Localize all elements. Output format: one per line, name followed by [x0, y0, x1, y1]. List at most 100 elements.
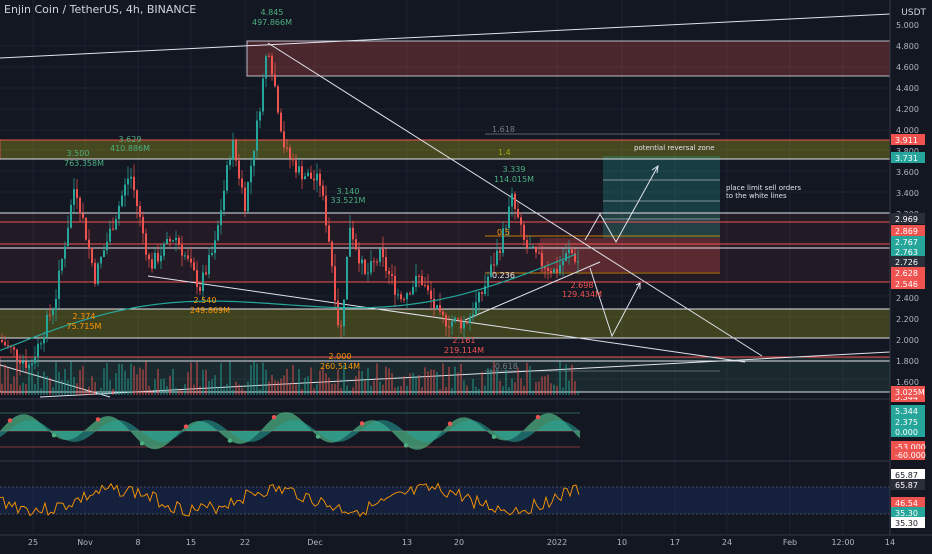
price-tick-label: 2.000	[896, 336, 919, 345]
volume-bar	[436, 371, 438, 395]
svg-text:0.5: 0.5	[497, 228, 510, 237]
candle-body	[217, 225, 219, 241]
axis-price-tag-label: 2.546	[895, 280, 918, 289]
time-tick-label: 2022	[547, 538, 567, 547]
candle-body	[565, 253, 567, 261]
volume-bar	[1, 383, 3, 395]
candle-body	[166, 238, 168, 244]
volume-bar	[265, 369, 267, 395]
volume-bar	[559, 361, 561, 395]
axis-price-tag-label: 2.869	[895, 227, 918, 236]
volume-bar	[406, 385, 408, 395]
candle-body	[55, 298, 57, 311]
volume-bar	[28, 367, 30, 395]
candle-body	[472, 314, 474, 317]
axis-price-tag-label: 2.726	[895, 258, 918, 267]
candle-body	[481, 292, 483, 295]
volume-bar	[262, 362, 264, 395]
osc-signal-dot	[491, 434, 497, 439]
volume-bar	[490, 369, 492, 395]
volume-bar	[67, 380, 69, 395]
candle-body	[523, 224, 525, 241]
volume-bar	[538, 381, 540, 395]
volume-bar	[160, 379, 162, 395]
osc-signal-dot	[447, 421, 453, 426]
volume-bar	[574, 381, 576, 395]
chart-window[interactable]: 4.845 497.866M 3.500 763.358M 3.629 410.…	[0, 0, 932, 550]
volume-bar	[208, 380, 210, 395]
candle-body	[412, 287, 414, 295]
volume-bar	[196, 362, 198, 395]
volume-bar	[418, 375, 420, 395]
candle-body	[415, 275, 417, 288]
candle-body	[475, 302, 477, 315]
candle-body	[421, 275, 423, 286]
candle-body	[127, 178, 129, 185]
candle-body	[334, 266, 336, 301]
volume-bar	[478, 388, 480, 395]
candle-body	[487, 276, 489, 286]
volume-bar	[169, 375, 171, 395]
peak-volume-label: 497.866M	[252, 18, 292, 27]
candle-body	[136, 190, 138, 207]
volume-bar	[508, 386, 510, 395]
volume-bar	[43, 371, 45, 395]
candle-body	[550, 270, 552, 274]
osc-signal-dot	[7, 418, 13, 423]
candle-body	[46, 314, 48, 337]
volume-bar	[40, 388, 42, 395]
volume-bar	[292, 365, 294, 395]
volume-bar	[541, 376, 543, 395]
svg-text:410.886M: 410.886M	[110, 144, 150, 153]
axis-price-tag-label: 3.025M	[895, 388, 925, 397]
volume-bar	[175, 387, 177, 395]
candle-body	[61, 258, 63, 271]
candle-body	[31, 363, 33, 365]
volume-bar	[145, 361, 147, 395]
volume-bar	[181, 390, 183, 395]
volume-bar	[322, 367, 324, 395]
candle-body	[97, 263, 99, 284]
volume-bar	[82, 366, 84, 395]
candle-body	[103, 250, 105, 258]
osc-signal-dot	[139, 441, 145, 446]
volume-bar	[571, 364, 573, 395]
price-tick-label: 2.400	[896, 294, 919, 303]
volume-bar	[301, 388, 303, 395]
time-tick-label: Dec	[307, 538, 322, 547]
volume-bar	[547, 374, 549, 395]
volume-bar	[259, 389, 261, 395]
candle-body	[4, 341, 6, 346]
axis-price-tag-label: 2.969	[895, 215, 918, 224]
chart-canvas[interactable]: 4.845 497.866M 3.500 763.358M 3.629 410.…	[0, 0, 932, 550]
volume-bar	[472, 378, 474, 395]
candle-body	[322, 185, 324, 196]
candle-body	[277, 86, 279, 113]
candle-body	[268, 55, 270, 57]
axis-price-tag-label: 2.375	[895, 418, 918, 427]
candle-body	[37, 343, 39, 358]
candle-body	[298, 166, 300, 173]
volume-bar	[244, 390, 246, 395]
candle-body	[223, 190, 225, 211]
volume-bar	[532, 390, 534, 395]
candle-body	[199, 286, 201, 292]
volume-bar	[73, 376, 75, 395]
volume-bar	[568, 380, 570, 395]
candle-body	[307, 172, 309, 177]
volume-bar	[454, 366, 456, 395]
candle-body	[130, 176, 132, 179]
axis-price-tag-label: 2.763	[895, 248, 918, 257]
volume-bar	[124, 370, 126, 395]
volume-bar	[46, 376, 48, 395]
symbol-title[interactable]: Enjin Coin / TetherUS, 4h, BINANCE	[4, 3, 196, 16]
volume-bar	[70, 361, 72, 395]
candle-body	[67, 227, 69, 247]
svg-text:249.869M: 249.869M	[190, 306, 230, 315]
candle-body	[304, 176, 306, 180]
time-tick-label: 22	[240, 538, 250, 547]
candle-body	[187, 255, 189, 259]
volume-bar	[298, 369, 300, 395]
volume-bar	[178, 390, 180, 395]
price-axis: 5.0004.8004.6004.4004.2004.0003.8003.600…	[889, 0, 932, 535]
